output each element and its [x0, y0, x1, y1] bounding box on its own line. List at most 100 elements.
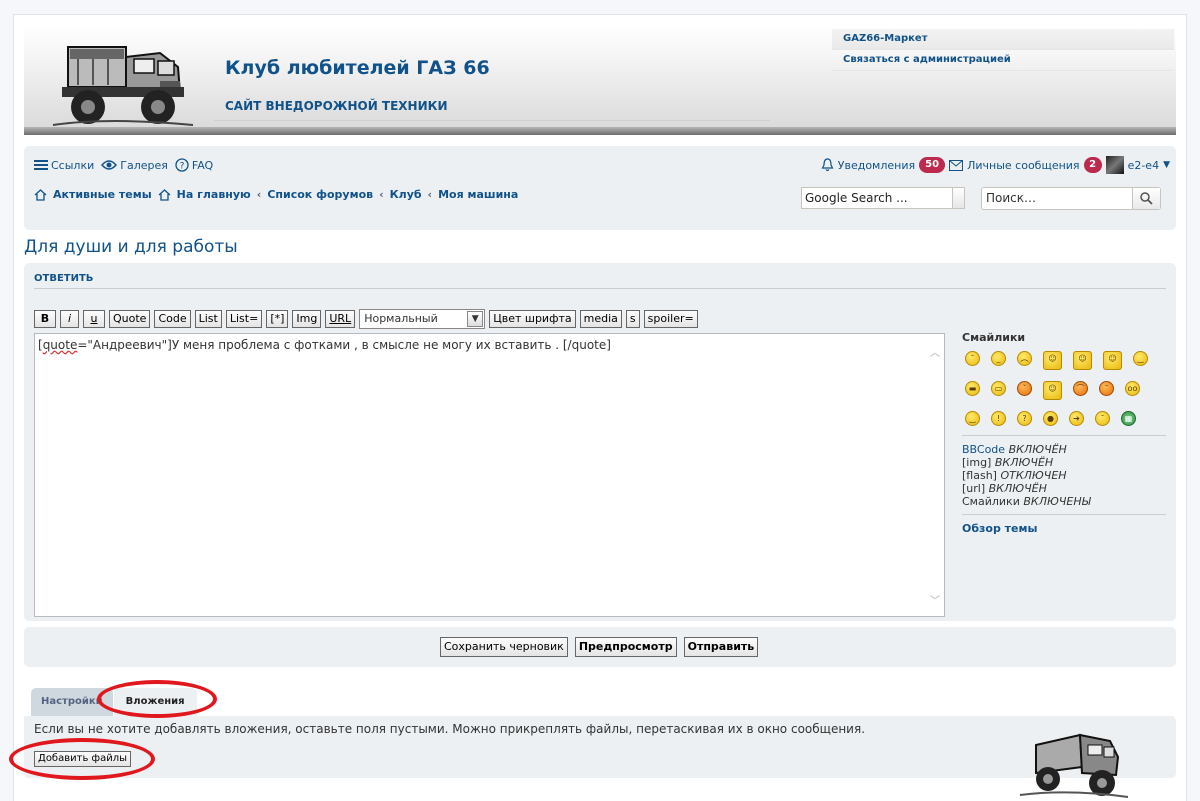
cool-smiley-icon[interactable]: ▬ [965, 381, 980, 396]
bbcode-link[interactable]: BBCode [962, 443, 1005, 456]
scroll-down-icon[interactable]: ﹀ [928, 592, 942, 607]
username-link[interactable]: e2-e4 [1128, 159, 1160, 172]
message-textarea[interactable]: [quote="Андреевич"]У меня проблема с фот… [34, 333, 945, 617]
neutral-smiley-icon[interactable]: ‿ [1133, 351, 1148, 366]
spoiler-button[interactable]: spoiler= [643, 310, 698, 328]
font-size-select[interactable]: Нормальный ▼ [359, 309, 486, 329]
bbcode-toolbar: B i u Quote Code List List= [*] Img URL … [34, 309, 698, 329]
green-smiley-icon[interactable]: ▦ [1121, 411, 1136, 426]
bold-button[interactable]: B [34, 310, 56, 328]
send-button[interactable]: Отправить [683, 637, 759, 657]
rolleyes-smiley-icon[interactable]: oo [1125, 381, 1140, 396]
ordered-list-button[interactable]: List= [225, 310, 263, 328]
topic-overview-link[interactable]: Обзор темы [962, 522, 1166, 535]
media-button[interactable]: media [579, 310, 622, 328]
laugh-smiley-icon[interactable]: ˘ [965, 351, 980, 366]
hug-smiley-icon[interactable]: ☺ [1073, 351, 1092, 370]
flash-state: ОТКЛЮЧЕН [1000, 469, 1067, 482]
smileys-label: Смайлики [962, 495, 1020, 508]
font-color-button[interactable]: Цвет шрифта [489, 310, 576, 328]
animated-smiley-icon[interactable]: ☺ [1043, 351, 1062, 370]
svg-text:?: ? [179, 162, 184, 172]
scroll-up-icon[interactable]: ︿ [928, 344, 942, 359]
market-link[interactable]: GAZ66-Маркет [832, 29, 1174, 50]
question-smiley-icon[interactable]: ? [1017, 411, 1032, 426]
grin-smiley-icon[interactable]: ▭ [991, 381, 1006, 396]
mad-smiley-icon[interactable]: ⌒ [1073, 381, 1088, 396]
eye-icon [101, 160, 118, 170]
editor-sidebar: Смайлики ˘ _ ︵ ☺ ☺ ☺ ‿ ▬ ▭ ˇ ☺ ⌒ ˘ oo ‿ … [962, 331, 1166, 535]
notifications-badge[interactable]: 50 [919, 157, 946, 173]
add-files-button[interactable]: Добавить файлы [34, 751, 131, 767]
url-state: ВКЛЮЧЁН [988, 482, 1047, 495]
home-link[interactable]: На главную [177, 188, 251, 201]
bell-icon[interactable] [821, 158, 834, 172]
search-button[interactable] [1132, 188, 1160, 209]
frown-smiley-icon[interactable]: ︵ [1017, 351, 1032, 366]
messages-badge[interactable]: 2 [1083, 157, 1102, 173]
truck-logo[interactable] [48, 29, 198, 129]
gallery-link[interactable]: Галерея [101, 159, 168, 172]
quote-button[interactable]: Quote [109, 310, 151, 328]
panel-divider [34, 288, 1166, 289]
italic-button[interactable]: i [60, 310, 79, 328]
google-search-value: Google Search ... [805, 191, 908, 205]
underline-button[interactable]: u [83, 310, 105, 328]
contact-admin-link[interactable]: Связаться с администрацией [832, 50, 1174, 71]
arrow-smiley-icon[interactable]: ➔ [1069, 411, 1084, 426]
chevron-down-icon: ▼ [467, 311, 484, 327]
tab-settings[interactable]: Настройки [31, 688, 113, 716]
search-input[interactable]: Поиск… [981, 187, 1161, 210]
navbar: Ссылки Галерея ? FAQ Уведомления 50 Личн… [24, 146, 1176, 230]
save-draft-button[interactable]: Сохранить черновик [440, 637, 568, 657]
bbcode-state: ВКЛЮЧЁН [1008, 443, 1067, 456]
wave-smiley-icon[interactable]: ☺ [1103, 351, 1122, 370]
avatar[interactable] [1105, 156, 1124, 174]
bbcode-status: BBCode ВКЛЮЧЁН [img] ВКЛЮЧЁН [flash] ОТК… [962, 443, 1166, 508]
notifications-link[interactable]: Уведомления [838, 159, 915, 172]
active-topics-link[interactable]: Активные темы [53, 188, 152, 201]
list-item-button[interactable]: [*] [266, 310, 289, 328]
links-menu[interactable]: Ссылки [34, 159, 94, 172]
site-header: Клуб любителей ГАЗ 66 САЙТ ВНЕДОРОЖНОЙ Т… [24, 27, 1176, 135]
smile-smiley-icon[interactable]: ‿ [965, 411, 980, 426]
google-search-input[interactable]: Google Search ... [801, 187, 965, 209]
exclaim-smiley-icon[interactable]: ! [991, 411, 1006, 426]
club-link[interactable]: Клуб [390, 188, 422, 201]
chevron-left-icon: ‹ [256, 188, 262, 201]
angry-smiley-icon[interactable]: ˇ [1017, 381, 1032, 396]
evil-smiley-icon[interactable]: ˘ [1099, 381, 1114, 396]
reply-panel-title: ОТВЕТИТЬ [34, 273, 94, 284]
search-icon [1140, 192, 1153, 205]
dance-smiley-icon[interactable]: ☺ [1043, 381, 1062, 400]
chevron-down-icon[interactable]: ▼ [1163, 160, 1170, 170]
sad-smiley-icon[interactable]: _ [991, 351, 1006, 366]
preview-button[interactable]: Предпросмотр [574, 637, 677, 657]
home-icon [34, 188, 47, 201]
url-button[interactable]: URL [325, 310, 356, 328]
envelope-icon[interactable] [949, 159, 964, 171]
messages-link[interactable]: Личные сообщения [967, 159, 1079, 172]
nav-links: Ссылки Галерея ? FAQ [34, 158, 213, 172]
forum-list-link[interactable]: Список форумов [267, 188, 373, 201]
url-label: [url] [962, 482, 986, 495]
faq-link[interactable]: ? FAQ [175, 158, 213, 172]
idea-smiley-icon[interactable]: ● [1043, 411, 1058, 426]
code-button[interactable]: Code [154, 310, 191, 328]
submit-panel: Сохранить черновик Предпросмотр Отправит… [24, 627, 1176, 667]
img-label: [img] [962, 456, 992, 469]
strike-button[interactable]: s [625, 310, 640, 328]
sidebar-divider [962, 435, 1166, 436]
tab-attachments[interactable]: Вложения [113, 688, 197, 716]
list-button[interactable]: List [194, 310, 222, 328]
search-placeholder: Поиск… [986, 191, 1037, 205]
img-button[interactable]: Img [292, 310, 322, 328]
my-car-link[interactable]: Моя машина [438, 188, 518, 201]
page-title[interactable]: Для души и для работы [24, 237, 238, 257]
home-icon [158, 188, 171, 201]
site-title[interactable]: Клуб любителей ГАЗ 66 [225, 57, 490, 79]
google-search-button[interactable] [952, 188, 964, 208]
wink-smiley-icon[interactable]: ˉ [1095, 411, 1110, 426]
img-state: ВКЛЮЧЁН [994, 456, 1054, 469]
site-description: САЙТ ВНЕДОРОЖНОЙ ТЕХНИКИ [225, 99, 448, 113]
